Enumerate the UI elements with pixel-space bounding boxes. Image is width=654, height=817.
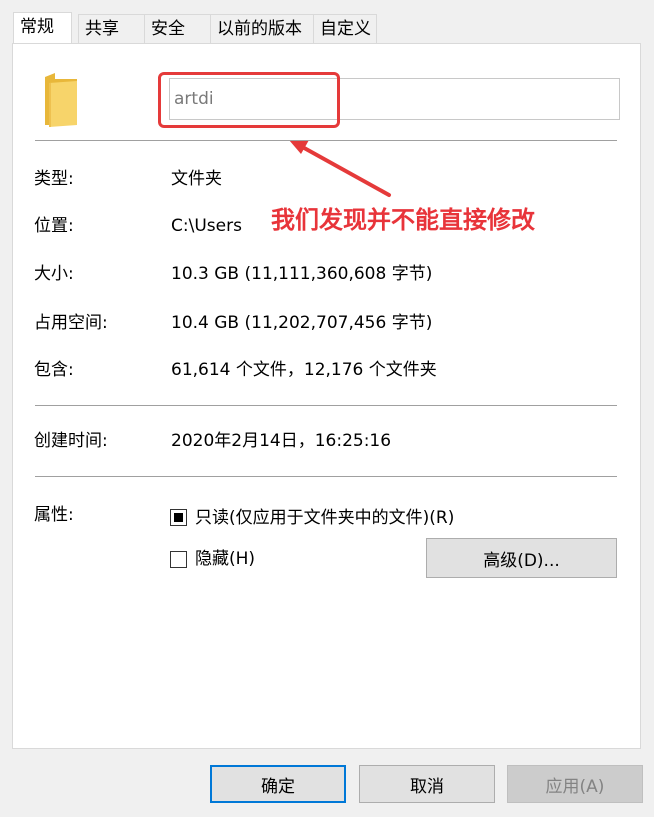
readonly-checkbox[interactable] [170,509,187,526]
hidden-label[interactable]: 隐藏(H) [195,548,255,570]
indeterminate-mark-icon [174,513,183,522]
divider [35,476,617,477]
tab-security[interactable]: 安全 [144,14,211,43]
tab-sharing[interactable]: 共享 [78,14,145,43]
size-value: 10.3 GB (11,111,360,608 字节) [171,264,433,284]
cancel-button[interactable]: 取消 [359,765,495,803]
disk-size-value: 10.4 GB (11,202,707,456 字节) [171,313,433,333]
tab-customize[interactable]: 自定义 [313,14,377,43]
created-label: 创建时间: [34,431,108,451]
readonly-label[interactable]: 只读(仅应用于文件夹中的文件)(R) [195,507,454,529]
contains-value: 61,614 个文件，12,176 个文件夹 [171,360,437,380]
tab-previous-versions[interactable]: 以前的版本 [210,14,314,43]
folder-icon [45,73,77,127]
annotation-text: 我们发现并不能直接修改 [271,206,535,234]
hidden-checkbox[interactable] [170,551,187,568]
type-label: 类型: [34,169,74,189]
annotation-arrow-icon [289,140,391,197]
size-label: 大小: [34,264,74,284]
type-value: 文件夹 [171,169,222,189]
divider [35,405,617,406]
attributes-label: 属性: [34,505,74,525]
created-value: 2020年2月14日，16:25:16 [171,431,392,451]
contains-label: 包含: [34,360,74,380]
divider [35,140,617,141]
advanced-button[interactable]: 高级(D)... [426,538,617,578]
ok-button[interactable]: 确定 [210,765,346,803]
apply-button[interactable]: 应用(A) [507,765,643,803]
location-value: C:\Users [171,216,242,236]
disk-size-label: 占用空间: [34,313,108,333]
location-label: 位置: [34,216,74,236]
annotation-highlight-box [158,72,340,128]
tab-general[interactable]: 常规 [13,12,72,43]
properties-panel: 我们发现并不能直接修改 类型: 文件夹 位置: C:\Users 大小: 10.… [12,43,641,749]
